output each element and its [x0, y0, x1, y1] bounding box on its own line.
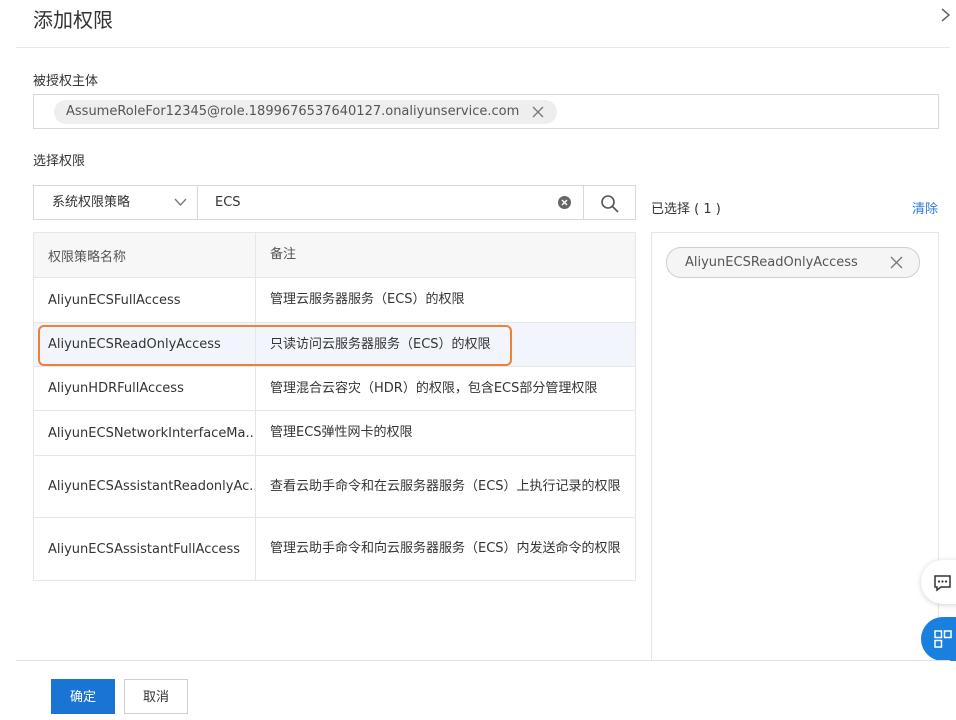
policy-name: AliyunECSNetworkInterfaceMa... — [34, 411, 256, 455]
policy-note: 只读访问云服务器服务（ECS）的权限 — [270, 336, 491, 352]
policy-table: 权限策略名称 备注 AliyunECSFullAccess 管理云服务器服务（E… — [33, 232, 636, 581]
principal-field[interactable]: AssumeRoleFor12345@role.1899676537640127… — [33, 94, 939, 129]
selected-policy-tag: AliyunECSReadOnlyAccess — [666, 247, 920, 278]
table-row[interactable]: AliyunECSFullAccess 管理云服务器服务（ECS）的权限 — [34, 278, 635, 323]
remove-principal-icon[interactable] — [531, 105, 545, 119]
policy-name: AliyunECSAssistantFullAccess — [34, 518, 256, 580]
selected-count-label: 已选择 ( 1 ) — [651, 202, 721, 217]
principal-tag-text: AssumeRoleFor12345@role.1899676537640127… — [66, 104, 520, 119]
policy-name: AliyunECSFullAccess — [34, 278, 256, 322]
table-row[interactable]: AliyunHDRFullAccess 管理混合云容灾（HDR）的权限，包含EC… — [34, 367, 635, 411]
table-header-row: 权限策略名称 备注 — [34, 233, 635, 278]
chevron-down-icon — [174, 198, 187, 206]
remove-selected-icon[interactable] — [890, 256, 903, 269]
policy-search-input[interactable]: ECS — [197, 185, 584, 220]
table-row[interactable]: AliyunECSReadOnlyAccess 只读访问云服务器服务（ECS）的… — [34, 323, 635, 367]
clear-circle-icon[interactable] — [558, 196, 571, 209]
search-icon — [601, 195, 619, 213]
table-row[interactable]: AliyunECSAssistantFullAccess 管理云助手命令和向云服… — [34, 518, 635, 580]
apps-icon — [934, 630, 952, 648]
policy-name: AliyunHDRFullAccess — [34, 367, 256, 410]
policy-note: 管理混合云容灾（HDR）的权限，包含ECS部分管理权限 — [270, 380, 598, 396]
policy-note: 查看云助手命令和在云服务器服务（ECS）上执行记录的权限 — [270, 478, 621, 494]
clear-selected-link[interactable]: 清除 — [912, 198, 938, 217]
chat-icon — [934, 575, 951, 592]
policy-note: 管理云服务器服务（ECS）的权限 — [270, 292, 465, 307]
column-header-name: 权限策略名称 — [34, 233, 256, 277]
selected-policy-text: AliyunECSReadOnlyAccess — [685, 255, 858, 270]
permission-label: 选择权限 — [33, 154, 86, 169]
policy-type-value: 系统权限策略 — [52, 195, 131, 210]
policy-note: 管理ECS弹性网卡的权限 — [270, 425, 413, 440]
table-row[interactable]: AliyunECSAssistantReadonlyAc... 查看云助手命令和… — [34, 456, 635, 518]
principal-label: 被授权主体 — [33, 74, 99, 89]
policy-name: AliyunECSReadOnlyAccess — [34, 323, 256, 366]
principal-tag: AssumeRoleFor12345@role.1899676537640127… — [54, 100, 558, 124]
cancel-button[interactable]: 取消 — [124, 679, 188, 714]
confirm-button[interactable]: 确定 — [51, 679, 115, 714]
policy-name: AliyunECSAssistantReadonlyAc... — [34, 456, 256, 517]
table-row[interactable]: AliyunECSNetworkInterfaceMa... 管理ECS弹性网卡… — [34, 411, 635, 456]
search-button[interactable] — [583, 185, 636, 220]
column-header-note: 备注 — [270, 247, 297, 262]
dialog-title: 添加权限 — [33, 8, 113, 32]
policy-search-value: ECS — [215, 195, 241, 210]
header-divider — [16, 47, 950, 48]
close-icon[interactable] — [937, 4, 956, 26]
policy-type-select[interactable]: 系统权限策略 — [33, 185, 198, 220]
policy-note: 管理云助手命令和向云服务器服务（ECS）内发送命令的权限 — [270, 541, 621, 556]
footer-divider — [16, 660, 950, 661]
selected-panel: AliyunECSReadOnlyAccess — [651, 232, 939, 660]
